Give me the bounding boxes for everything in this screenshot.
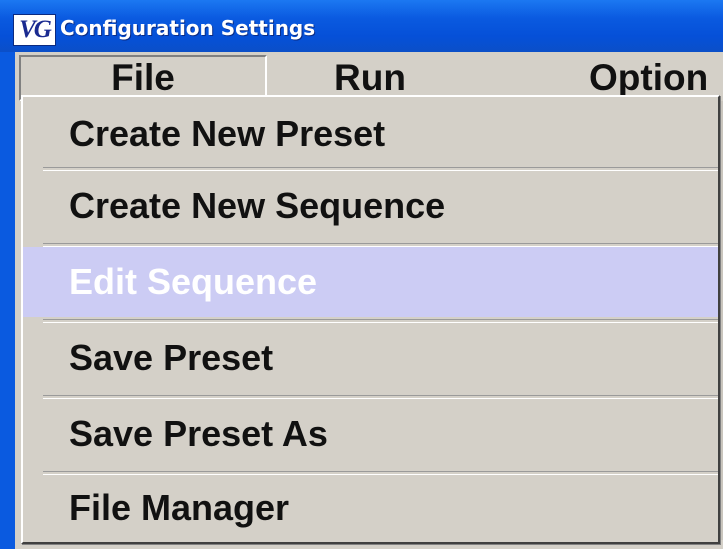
menu-item-save-preset-as[interactable]: Save Preset As bbox=[23, 399, 718, 469]
menu-item-edit-sequence[interactable]: Edit Sequence bbox=[23, 247, 718, 317]
file-menu-dropdown: Create New Preset Create New Sequence Ed… bbox=[21, 95, 720, 544]
menu-item-save-preset[interactable]: Save Preset bbox=[23, 323, 718, 393]
menu-item-create-new-preset[interactable]: Create New Preset bbox=[23, 99, 718, 169]
menu-item-create-new-sequence[interactable]: Create New Sequence bbox=[23, 171, 718, 241]
menu-item-file-manager[interactable]: File Manager bbox=[23, 473, 718, 543]
title-bar[interactable]: VG Configuration Settings bbox=[0, 0, 723, 52]
window-title: Configuration Settings bbox=[60, 16, 316, 40]
app-logo-icon: VG bbox=[13, 14, 56, 46]
